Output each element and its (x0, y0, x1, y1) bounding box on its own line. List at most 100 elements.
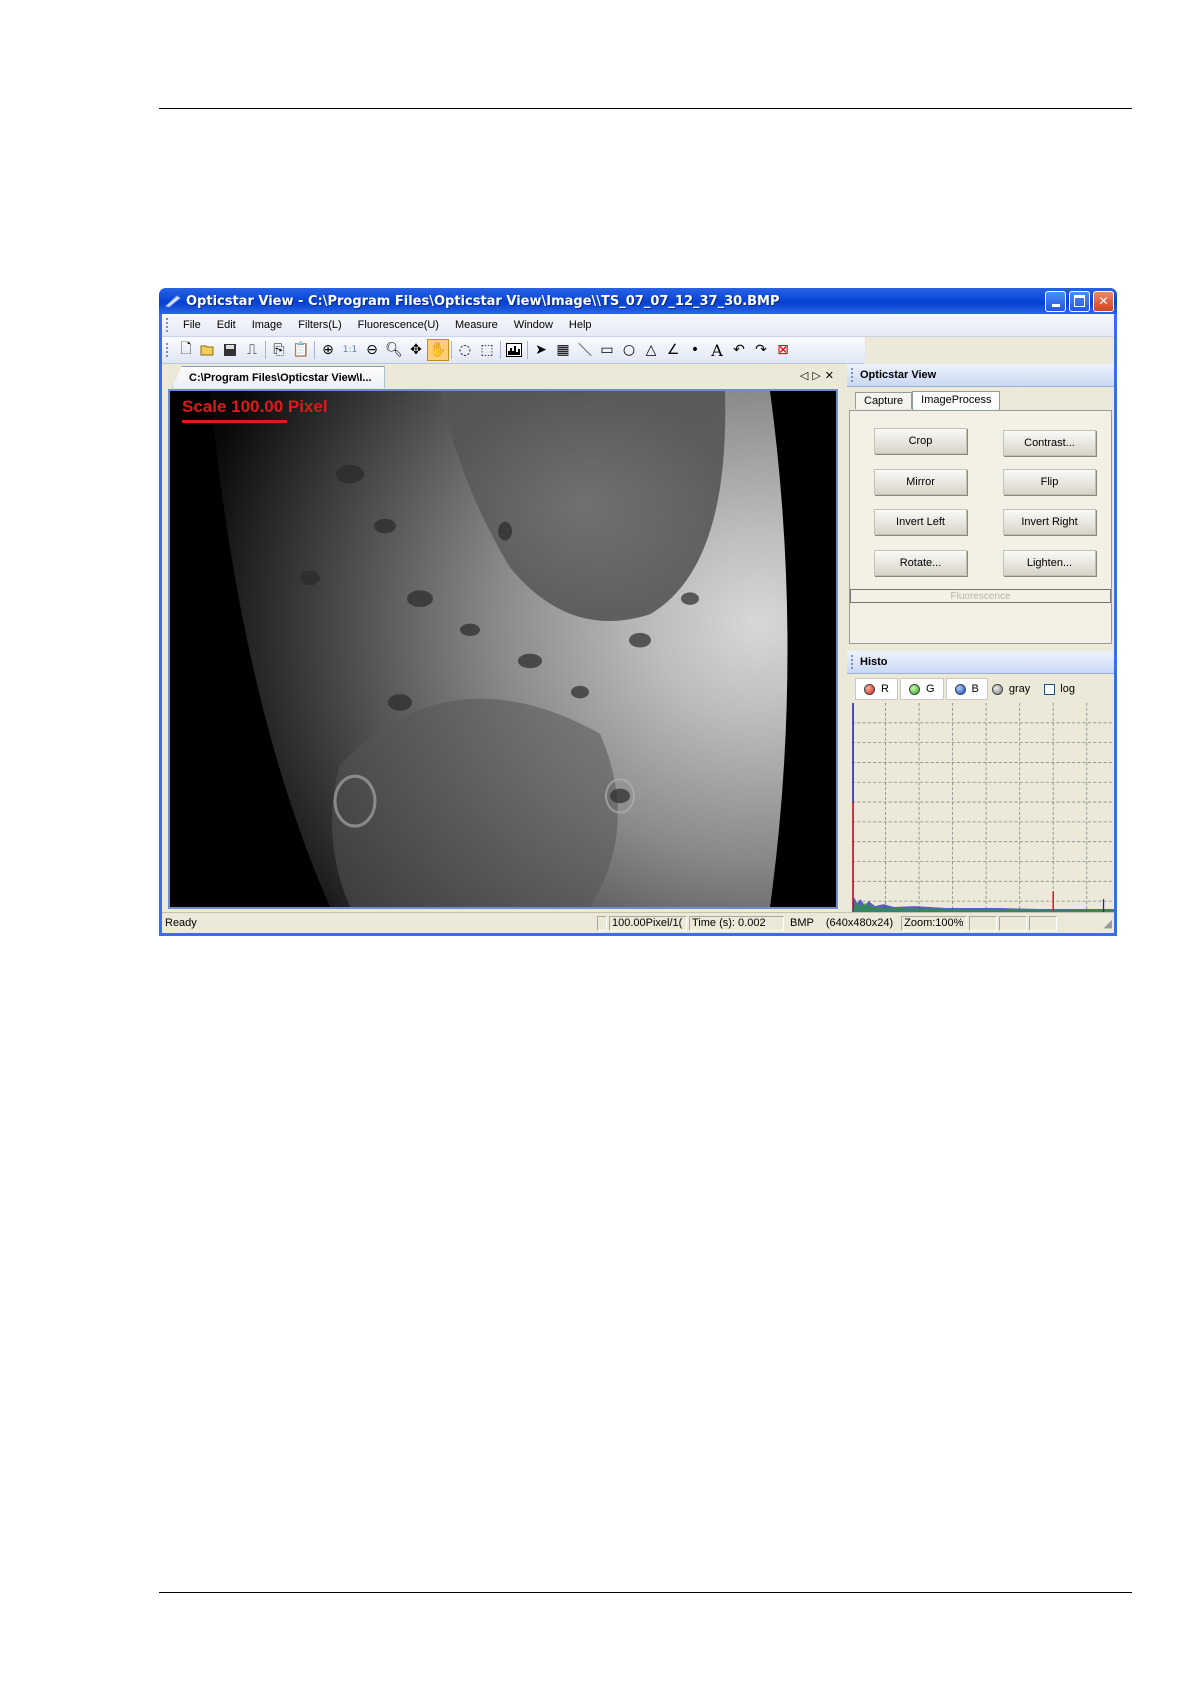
rotate-button[interactable]: Rotate... (874, 550, 967, 576)
menu-help[interactable]: Help (561, 319, 600, 331)
zoom-out-icon[interactable]: ⊖ (361, 339, 383, 361)
mirror-button[interactable]: Mirror (874, 469, 967, 495)
toolbar-grip[interactable] (166, 343, 171, 357)
panel-grip[interactable] (851, 368, 856, 382)
copy-icon[interactable]: ⎘ (268, 339, 290, 361)
invert-left-button[interactable]: Invert Left (874, 509, 967, 535)
redo-icon[interactable]: ↷ (750, 339, 772, 361)
menu-filters[interactable]: Filters(L) (290, 319, 349, 331)
status-ready: Ready (165, 917, 197, 929)
contrast-button[interactable]: Contrast... (1003, 430, 1096, 456)
angle-tool-icon[interactable]: ∠ (662, 339, 684, 361)
menu-edit[interactable]: Edit (209, 319, 244, 331)
app-logo-icon (165, 293, 181, 309)
tab-imageprocess[interactable]: ImageProcess (912, 391, 1001, 410)
move-icon[interactable]: ✥ (405, 339, 427, 361)
footer-rule (159, 1592, 1132, 1593)
open-folder-icon[interactable] (197, 339, 219, 361)
red-ball-icon (864, 683, 875, 695)
histo-title: Histo (860, 656, 888, 668)
status-pane-3 (1029, 915, 1058, 931)
menu-window[interactable]: Window (506, 319, 561, 331)
status-time: Time (s): 0.002 (689, 915, 784, 931)
histogram-icon[interactable] (503, 339, 525, 361)
scale-label: Scale 100.00 Pixel (182, 397, 328, 416)
document-tab-controls[interactable]: ◁▷✕ (800, 369, 838, 382)
histo-grip[interactable] (851, 655, 856, 669)
rect-select-icon[interactable]: ⬚ (476, 339, 498, 361)
line-tool-icon[interactable]: ＼ (574, 339, 596, 361)
actual-size-icon[interactable]: 1:1 (339, 339, 361, 361)
status-scale: 100.00Pixel/1( (609, 915, 687, 931)
green-ball-icon (908, 683, 920, 695)
toolbar-separator (500, 341, 501, 359)
histo-tab-r[interactable]: R (855, 678, 898, 700)
resize-grip-icon[interactable]: ◢ (1104, 917, 1112, 930)
zoom-in-icon[interactable]: ⊕ (317, 339, 339, 361)
pointer-icon[interactable]: ➤ (530, 339, 552, 361)
crop-button[interactable]: Crop (874, 428, 967, 454)
fluorescence-section: Fluorescence (850, 589, 1111, 603)
toolbar: 🗋 ⎍ ⎘ 📋 ⊕ 1:1 ⊖ 🔍︎ ✥ ✋ ◌ ⬚ ➤ ▦ ＼ ▭ ○ △ ∠… (162, 337, 865, 364)
menu-fluorescence[interactable]: Fluorescence(U) (350, 319, 447, 331)
image-process-panel: Opticstar View Capture ImageProcess Crop… (847, 364, 1114, 647)
menu-file[interactable]: File (175, 319, 209, 331)
imageprocess-body: Crop Contrast... Mirror Flip Invert Left… (849, 410, 1112, 644)
minimize-icon (1051, 303, 1060, 307)
histo-tab-b-label: B (971, 683, 979, 695)
histo-tab-b[interactable]: B (945, 678, 988, 700)
status-format: BMP (790, 917, 814, 929)
histo-tab-gray-label: gray (1008, 683, 1031, 695)
flip-button[interactable]: Flip (1003, 469, 1096, 495)
hand-pan-icon[interactable]: ✋ (427, 339, 449, 361)
menu-image[interactable]: Image (244, 319, 291, 331)
toolbar-separator (265, 341, 266, 359)
maximize-button[interactable] (1069, 290, 1090, 312)
histo-tab-r-label: R (881, 683, 889, 695)
new-file-icon[interactable]: 🗋 (175, 339, 197, 361)
title-bar[interactable]: Opticstar View - C:\Program Files\Optics… (159, 288, 1117, 314)
triangle-tool-icon[interactable]: △ (640, 339, 662, 361)
paste-icon[interactable]: 📋 (290, 339, 312, 361)
client-area: File Edit Image Filters(L) Fluorescence(… (162, 314, 1114, 933)
lighten-button[interactable]: Lighten... (1003, 550, 1096, 576)
point-tool-icon[interactable]: • (684, 339, 706, 361)
invert-right-button[interactable]: Invert Right (1003, 509, 1096, 535)
lasso-select-icon[interactable]: ◌ (454, 339, 476, 361)
blue-ball-icon (954, 683, 966, 695)
status-pane-2 (999, 915, 1028, 931)
tab-capture[interactable]: Capture (855, 392, 913, 409)
status-dimensions: (640x480x24) (825, 917, 894, 929)
menu-measure[interactable]: Measure (447, 319, 506, 331)
log-checkbox[interactable] (1044, 683, 1056, 695)
maximize-icon (1074, 295, 1085, 307)
histo-tab-g[interactable]: G (899, 678, 944, 700)
histogram-plot (852, 703, 1114, 913)
menubar-grip[interactable] (166, 318, 171, 332)
document-tab[interactable]: C:\Program Files\Opticstar View\I... (172, 366, 385, 388)
save-icon[interactable] (219, 339, 241, 361)
toolbar-separator (527, 341, 528, 359)
moon-image (170, 391, 836, 907)
status-bar: Ready 100.00Pixel/1( Time (s): 0.002 BMP… (162, 912, 1114, 933)
zoom-icon[interactable]: 🔍︎ (383, 339, 405, 361)
toolbar-separator (451, 341, 452, 359)
histo-tab-g-label: G (925, 683, 935, 695)
ellipse-tool-icon[interactable]: ○ (618, 339, 640, 361)
rectangle-tool-icon[interactable]: ▭ (596, 339, 618, 361)
histo-tab-gray[interactable]: gray (990, 679, 1032, 699)
app-window: Opticstar View - C:\Program Files\Optics… (159, 288, 1117, 936)
minimize-button[interactable] (1045, 290, 1066, 312)
print-icon[interactable]: ⎍ (241, 339, 263, 361)
document-area: C:\Program Files\Opticstar View\I... ◁▷✕ (162, 364, 844, 913)
histogram-chart (852, 703, 1114, 913)
header-rule (159, 108, 1132, 109)
scale-bar (182, 420, 287, 423)
close-button[interactable]: ✕ (1093, 290, 1114, 312)
text-tool-icon[interactable]: A (706, 339, 728, 361)
delete-icon[interactable]: ⊠ (772, 339, 794, 361)
panel-title: Opticstar View (860, 369, 937, 381)
image-viewport[interactable]: Scale 100.00 Pixel (168, 389, 838, 909)
undo-icon[interactable]: ↶ (728, 339, 750, 361)
grid-table-icon[interactable]: ▦ (552, 339, 574, 361)
